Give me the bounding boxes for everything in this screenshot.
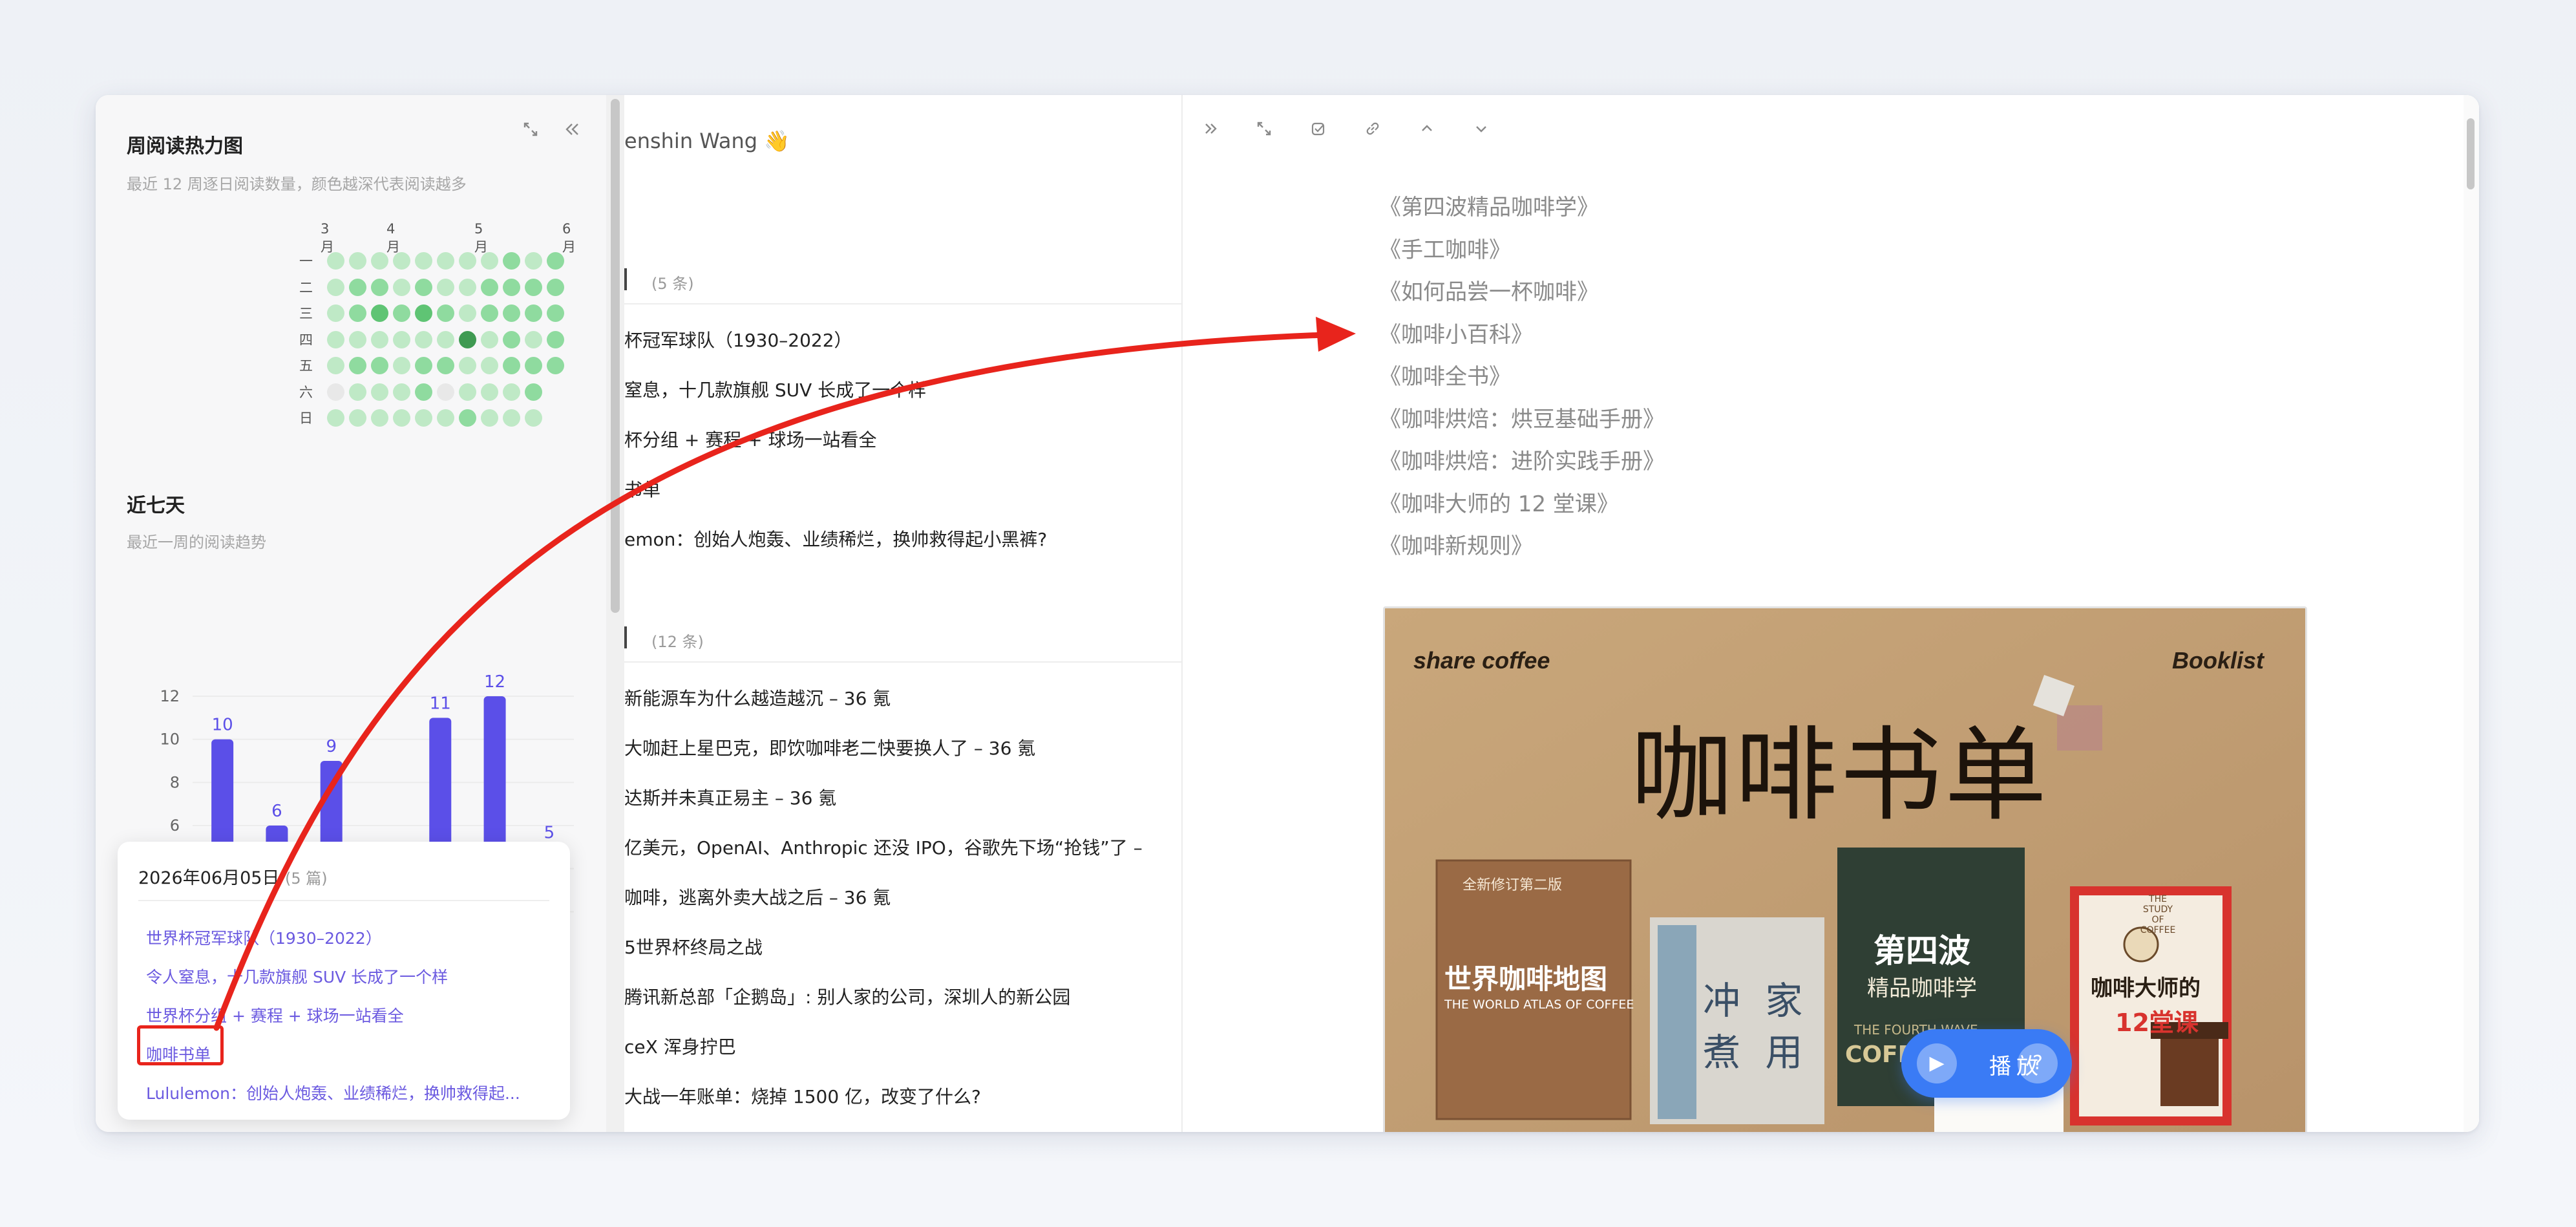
fullscreen-icon[interactable] [1255,120,1273,142]
popup-link[interactable]: 世界杯冠军球队（1930–2022） [146,926,382,949]
book-title: 咖啡大师的 [2091,976,2201,1001]
bar-value-label: 6 [271,802,282,821]
book-title-line: 《咖啡全书》 [1379,364,1511,390]
group-marker [624,626,627,648]
divider [624,303,1181,304]
article-item[interactable]: 咖啡，逃离外卖大战之后 – 36 氪 [624,884,891,910]
article-item[interactable]: 腾讯新总部「企鹅岛」: 别人家的公司，深圳人的新公园 [624,983,1070,1009]
y-tick-label: 6 [170,816,180,835]
book-title-line: 《咖啡大师的 12 堂课》 [1379,491,1619,517]
book-title-line: 《咖啡小百科》 [1379,321,1533,348]
book-title: 第四波 [1874,932,1970,970]
book-title: 世界咖啡地图 [1444,963,1608,995]
book-title: 冲 家 [1703,979,1810,1023]
reader-panel: 《第四波精品咖啡学》 《手工咖啡》 《如何品尝一杯咖啡》 《咖啡小百科》 《咖啡全书》《… [1183,95,2479,1132]
poster-left-tag: share coffee [1413,647,1550,674]
bar-value-label: 10 [212,716,233,735]
article-item[interactable]: 窒息，十几款旗舰 SUV 长成了一个样 [624,376,926,402]
link-icon[interactable] [1364,120,1382,142]
popup-link[interactable]: 令人窒息，十几款旗舰 SUV 长成了一个样 [146,965,448,988]
app-window: 周阅读热力图 最近 12 周逐日阅读数量，颜色越深代表阅读越多 3月 4月 5月 6月… [96,95,2479,1132]
play-icon: ▶ [1917,1043,1957,1083]
article-item[interactable]: 大战一年账单：烧掉 1500 亿，改变了什么? [624,1083,981,1109]
article-item[interactable]: 杯分组 + 赛程 + 球场一站看全 [624,426,877,452]
article-item[interactable]: emon：创始人炮轰、业绩稀烂，换帅救得起小黑裤? [624,526,1047,551]
book-subtitle: THE WORLD ATLAS OF COFFEE [1444,998,1634,1012]
greeting: enshin Wang 👋 [624,129,790,153]
book-subtitle: THE STUDY OF COFFEE [2140,894,2176,935]
mark-read-icon[interactable] [1309,120,1327,142]
poster-right-tag: Booklist [2171,647,2264,674]
book-title: 12堂课 [2115,1008,2199,1037]
article-item[interactable]: ceX 浑身拧巴 [624,1033,736,1059]
poster-title: 咖啡书单 [1631,716,2049,835]
chevron-down-icon[interactable] [1472,120,1490,142]
article-item[interactable]: 大咖赶上星巴克，即饮咖啡老二快要换人了 – 36 氪 [624,734,1035,760]
article-item[interactable]: 书单 [624,476,660,502]
highlight-box [137,1025,224,1065]
group-count: (5 条) [651,275,694,293]
bar-value-label: 9 [326,737,337,756]
left-scrollbar-thumb[interactable] [611,99,620,613]
stats-panel: 周阅读热力图 最近 12 周逐日阅读数量，颜色越深代表阅读越多 3月 4月 5月 6月… [96,95,606,1132]
divider [624,661,1181,663]
book-title-line: 《第四波精品咖啡学》 [1379,195,1599,220]
book-title-line: 《咖啡烘焙：进阶实践手册》 [1379,449,1665,475]
popup-count: (5 篇) [285,870,328,888]
day-popup: 2026年06月05日 (5 篇) 世界杯冠军球队（1930–2022） 令人窒… [118,842,570,1120]
book-title-line: 《如何品尝一杯咖啡》 [1379,279,1599,305]
article-item[interactable]: 新能源车为什么越造越沉 – 36 氪 [624,685,891,710]
group-count: (12 条) [651,633,704,651]
group-marker [624,268,627,290]
popup-date: 2026年06月05日 [138,868,280,888]
popup-link[interactable]: 世界杯分组 + 赛程 + 球场一站看全 [146,1003,404,1027]
popup-title: 2026年06月05日 (5 篇) [138,864,328,889]
article-item[interactable]: 达斯并未真正易主 – 36 氪 [624,784,836,810]
chevron-up-icon[interactable] [1418,120,1436,142]
expand-right-icon[interactable] [1202,120,1220,142]
popup-link[interactable]: Lululemon：创始人炮轰、业绩稀烂，换帅救得起... [146,1081,520,1104]
bar-value-label: 11 [430,694,451,713]
book-title-line: 《咖啡烘焙：烘豆基础手册》 [1379,406,1665,432]
coffee-booklist-poster: share coffee Booklist 咖啡书单 全新修订第二版 世界咖啡地… [1383,606,2307,1132]
book-title: 煮 用 [1703,1030,1810,1074]
article-list-panel: enshin Wang 👋 (5 条) 杯冠军球队（1930–2022） 窒息，十… [624,95,1183,1132]
help-icon[interactable]: ? [2018,1043,2058,1083]
divider [138,900,549,901]
book-title-line: 《咖啡新规则》 [1379,533,1533,559]
right-scrollbar-thumb[interactable] [2467,118,2475,189]
book-edition: 全新修订第二版 [1462,877,1563,893]
book-title-line: 《手工咖啡》 [1379,237,1511,263]
article-item[interactable]: 杯冠军球队（1930–2022） [624,326,852,352]
y-tick-label: 12 [160,687,180,705]
article-item[interactable]: 亿美元，OpenAI、Anthropic 还没 IPO，谷歌先下场“抢钱”了 – [624,834,1143,860]
right-scrollbar[interactable] [2464,95,2479,1132]
article-item[interactable]: 5世界杯终局之战 [624,934,763,959]
bar-value-label: 5 [544,823,555,842]
bar-value-label: 12 [484,672,505,692]
play-audio-button[interactable]: ▶ 播放 ? [1901,1029,2072,1098]
y-tick-label: 8 [170,773,180,791]
y-tick-label: 10 [160,731,180,749]
book-subtitle: 精品咖啡学 [1867,976,1977,1001]
